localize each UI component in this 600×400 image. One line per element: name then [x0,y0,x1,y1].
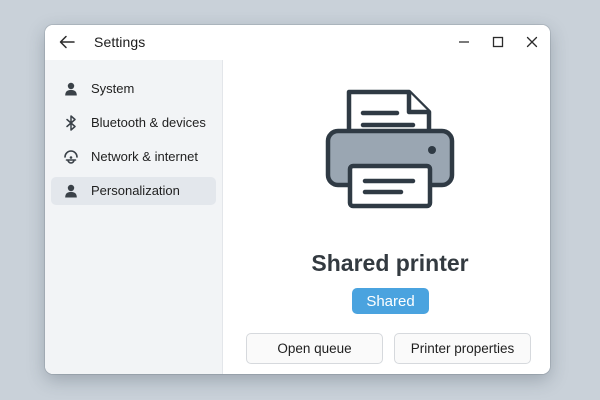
back-arrow-icon [59,35,75,49]
close-button[interactable] [519,31,545,53]
sidebar-item-label: Network & internet [91,149,198,164]
network-icon [63,149,79,165]
maximize-icon [492,36,504,48]
bluetooth-icon [63,115,79,131]
printer-properties-button[interactable]: Printer properties [394,333,531,364]
status-badge: Shared [352,288,429,314]
person-icon [63,183,79,199]
window-title: Settings [94,34,146,50]
sidebar-item-personalization[interactable]: Personalization [51,177,216,205]
sidebar-item-bluetooth-devices[interactable]: Bluetooth & devices [51,109,216,137]
printer-detail-panel: Shared printer Shared Open queue Printer… [224,60,550,374]
minimize-button[interactable] [451,31,477,53]
maximize-button[interactable] [485,31,511,53]
device-name: Shared printer [311,250,469,276]
sidebar-item-system[interactable]: System [51,75,216,103]
title-bar: Settings [45,25,550,60]
settings-window: Settings System Bluetooth & devices Netw… [45,25,550,374]
back-button[interactable] [55,31,79,53]
sidebar-item-label: Bluetooth & devices [91,115,206,130]
person-icon [63,81,79,97]
sidebar-item-label: Personalization [91,183,180,198]
sidebar-item-label: System [91,81,135,96]
close-icon [526,36,538,48]
sidebar-item-network-internet[interactable]: Network & internet [51,143,216,171]
printer-icon [325,89,455,209]
open-queue-button[interactable]: Open queue [246,333,383,364]
minimize-icon [459,41,469,43]
sidebar: System Bluetooth & devices Network & int… [45,60,223,374]
